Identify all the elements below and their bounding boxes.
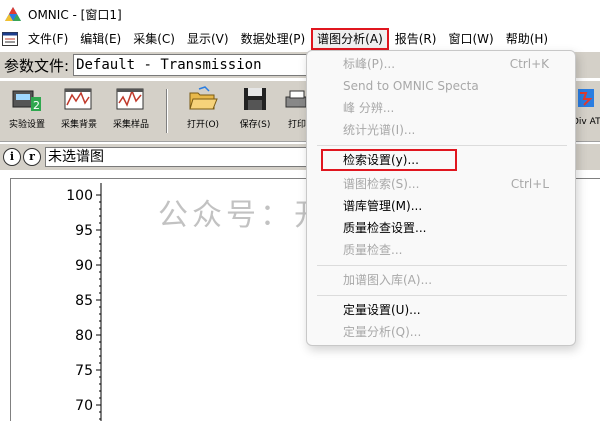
collect-background-button[interactable]: 采集背景 <box>54 85 104 139</box>
r-button[interactable]: r <box>23 148 41 166</box>
menu-item-label: 统计光谱(I)... <box>343 123 416 137</box>
parameter-file-field[interactable]: Default - Transmission <box>73 54 314 76</box>
menu-item-qc-setup[interactable]: 质量检查设置... <box>307 217 575 239</box>
y-tick-label: 70 <box>75 398 93 414</box>
menu-collect[interactable]: 采集(C) <box>127 28 181 50</box>
collect-sample-icon <box>115 85 147 113</box>
toolbar-separator <box>166 89 168 133</box>
y-tick-label: 95 <box>75 223 93 239</box>
print-icon <box>282 85 306 113</box>
y-tick-label: 90 <box>75 258 93 274</box>
print-label: 打印 <box>288 120 306 130</box>
menu-item-send-to-specta[interactable]: Send to OMNIC Specta <box>307 75 575 97</box>
omnic-logo-icon <box>4 6 22 22</box>
menu-item-add-to-library[interactable]: 加谱图入库(A)... <box>307 269 575 291</box>
collect-sample-label: 采集样品 <box>112 120 149 130</box>
menu-separator <box>317 265 567 266</box>
analyze-dropdown-menu: 标峰(P)... Ctrl+K Send to OMNIC Specta 峰 分… <box>306 50 576 346</box>
save-disk-icon <box>239 85 271 113</box>
info-button[interactable]: i <box>3 148 21 166</box>
menu-item-label: Send to OMNIC Specta <box>343 79 479 93</box>
menu-item-label: 标峰(P)... <box>343 57 396 71</box>
window-title: OMNIC - [窗口1] <box>28 7 122 22</box>
save-button[interactable]: 保存(S) <box>230 85 280 139</box>
collect-background-label: 采集背景 <box>60 120 97 130</box>
print-button[interactable]: 打印 <box>282 85 306 139</box>
menu-item-label: 质量检查设置... <box>343 221 427 235</box>
menu-analyze[interactable]: 谱图分析(A) <box>311 28 389 50</box>
title-bar: OMNIC - [窗口1] <box>0 0 600 28</box>
menu-item-shortcut: Ctrl+L <box>510 177 549 191</box>
experiment-setup-icon: 2 <box>11 85 43 113</box>
menu-item-quant-setup[interactable]: 定量设置(U)... <box>307 299 575 321</box>
y-tick-label: 100 <box>66 188 93 204</box>
menu-item-label: 加谱图入库(A)... <box>343 273 433 287</box>
open-label: 打开(O) <box>186 120 220 130</box>
menu-item-label: 定量设置(U)... <box>343 303 421 317</box>
menu-process[interactable]: 数据处理(P) <box>235 28 312 50</box>
svg-text:2: 2 <box>33 99 40 112</box>
menu-item-label: 谱图检索(S)... <box>343 177 420 191</box>
menu-item-peak-resolve[interactable]: 峰 分辨... <box>307 97 575 119</box>
menu-item-statistical-spectra[interactable]: 统计光谱(I)... <box>307 119 575 141</box>
collect-background-icon <box>63 85 95 113</box>
menu-item-label: 检索设置(y)... <box>343 153 419 167</box>
menu-help[interactable]: 帮助(H) <box>500 28 554 50</box>
menu-item-label: 谱库管理(M)... <box>343 199 423 213</box>
parameter-file-label: 参数文件: <box>4 56 70 75</box>
menu-item-library-manager[interactable]: 谱库管理(M)... <box>307 195 575 217</box>
div-ati-icon <box>572 85 600 113</box>
menu-item-label: 定量分析(Q)... <box>343 325 422 339</box>
experiment-setup-label: 实验设置 <box>8 120 45 130</box>
y-tick-label: 80 <box>75 328 93 344</box>
menu-edit[interactable]: 编辑(E) <box>74 28 127 50</box>
div-ati-label: Div ATI <box>572 117 600 127</box>
open-button[interactable]: 打开(O) <box>178 85 228 139</box>
menu-item-label: 质量检查... <box>343 243 403 257</box>
menu-file[interactable]: 文件(F) <box>22 28 74 50</box>
menu-bar: 文件(F) 编辑(E) 采集(C) 显示(V) 数据处理(P) 谱图分析(A) … <box>0 28 600 50</box>
y-tick-label: 85 <box>75 293 93 309</box>
menu-item-spectrum-search[interactable]: 谱图检索(S)... Ctrl+L <box>307 173 575 195</box>
window-system-menu-icon[interactable] <box>2 32 18 46</box>
menu-item-quant-analysis[interactable]: 定量分析(Q)... <box>307 321 575 343</box>
experiment-setup-button[interactable]: 2 实验设置 <box>2 85 52 139</box>
collect-sample-button[interactable]: 采集样品 <box>106 85 156 139</box>
menu-separator <box>317 295 567 296</box>
menu-view[interactable]: 显示(V) <box>181 28 235 50</box>
menu-window[interactable]: 窗口(W) <box>442 28 499 50</box>
menu-item-shortcut: Ctrl+K <box>509 57 549 71</box>
open-folder-icon <box>187 85 219 113</box>
div-ati-button[interactable]: Div ATI <box>572 85 600 139</box>
menu-report[interactable]: 报告(R) <box>389 28 443 50</box>
menu-item-label-peaks[interactable]: 标峰(P)... Ctrl+K <box>307 53 575 75</box>
menu-item-search-setup[interactable]: 检索设置(y)... <box>321 149 457 171</box>
menu-separator <box>317 145 567 146</box>
y-tick-label: 75 <box>75 363 93 379</box>
save-label: 保存(S) <box>239 120 271 130</box>
menu-item-qc-check[interactable]: 质量检查... <box>307 239 575 261</box>
menu-item-label: 峰 分辨... <box>343 101 395 115</box>
